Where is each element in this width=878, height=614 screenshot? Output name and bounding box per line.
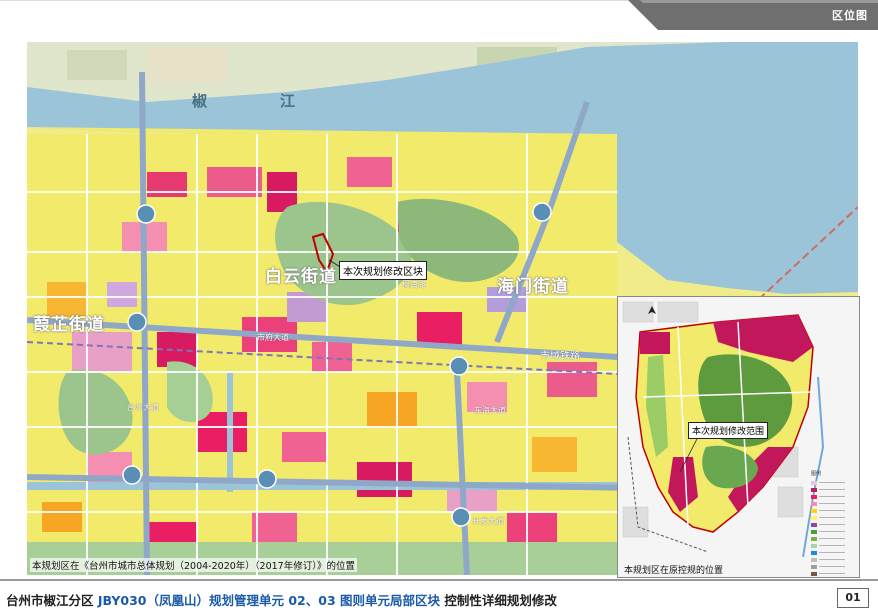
river-label: 椒 [192, 92, 208, 110]
legend-swatch [811, 501, 817, 506]
title-prefix: 台州市椒江分区 [6, 593, 98, 608]
legend-label-placeholder [819, 552, 845, 553]
legend-swatch [811, 515, 817, 520]
road-label: 开发大道 [472, 517, 504, 526]
legend-label-placeholder [819, 524, 845, 525]
page-number: 01 [837, 588, 869, 608]
legend-swatch [811, 543, 817, 548]
river-label: 江 [280, 92, 296, 110]
title-suffix: 控制性详细规划修改 [440, 593, 557, 608]
legend-label-placeholder [819, 510, 845, 511]
main-map-callout: 本次规划修改区块 [339, 261, 427, 280]
road-label: 台州大道 [127, 403, 159, 412]
legend-swatch [811, 480, 817, 485]
road-label: 市域铁路 [540, 351, 580, 362]
legend-label-placeholder [819, 531, 845, 532]
road-label: 东海大道 [474, 406, 506, 415]
legend-label-placeholder [819, 545, 845, 546]
legend-swatch [811, 529, 817, 534]
road-label: 市府大道 [257, 333, 289, 342]
legend-title: 图例 [811, 471, 822, 477]
legend-label-placeholder [819, 573, 845, 574]
legend-item [811, 542, 855, 549]
legend-item [811, 549, 855, 556]
legend-swatch [811, 487, 817, 492]
legend-swatch [811, 550, 817, 555]
legend-label-placeholder [819, 517, 845, 518]
legend-swatch [811, 508, 817, 513]
legend-item [811, 556, 855, 563]
legend-swatch [811, 564, 817, 569]
legend-swatch [811, 571, 817, 576]
legend-item [811, 528, 855, 535]
section-title: 区位图 [832, 9, 868, 22]
road-label: 枫南路 [402, 280, 426, 289]
legend-label-placeholder [819, 503, 845, 504]
legend-label-placeholder [819, 482, 845, 483]
legend-swatch [811, 557, 817, 562]
legend-label-placeholder [819, 496, 845, 497]
document-title: 台州市椒江分区 JBY030（凤凰山）规划管理单元 02、03 图则单元局部区块… [6, 590, 557, 609]
legend-swatch [811, 494, 817, 499]
legend-label-placeholder [819, 489, 845, 490]
banner-shape [0, 0, 878, 30]
inset-regulatory-map: 本次规划修改范围 图例 本规划区在原控规的位置 [617, 296, 860, 578]
main-map-caption: 本规划区在《台州市城市总体规划（2004-2020年）（2017年修订）》的位置 [30, 558, 357, 572]
legend-swatch [811, 522, 817, 527]
legend-item [811, 486, 855, 493]
legend-item [811, 500, 855, 507]
legend-item [811, 521, 855, 528]
legend-item [811, 479, 855, 486]
inset-callout: 本次规划修改范围 [688, 422, 769, 439]
legend-item [811, 535, 855, 542]
legend-item [811, 507, 855, 514]
district-label-baiyun: 白云街道 [265, 267, 337, 287]
legend-item [811, 577, 855, 578]
inset-caption: 本规划区在原控规的位置 [624, 566, 724, 576]
legend-label-placeholder [819, 559, 845, 560]
district-label-haimen: 海门街道 [497, 277, 569, 297]
legend-item [811, 563, 855, 570]
legend-label-placeholder [819, 538, 845, 539]
inset-legend: 图例 [811, 470, 855, 578]
footer-divider [0, 579, 878, 581]
legend-item [811, 570, 855, 577]
legend-label-placeholder [819, 566, 845, 567]
district-label-jiazhi: 葭芷街道 [33, 315, 105, 335]
legend-swatch [811, 536, 817, 541]
title-code: JBY030（凤凰山）规划管理单元 02、03 图则单元局部区块 [97, 593, 440, 608]
legend-item [811, 514, 855, 521]
legend-item [811, 493, 855, 500]
top-banner: 区位图 [0, 0, 878, 30]
